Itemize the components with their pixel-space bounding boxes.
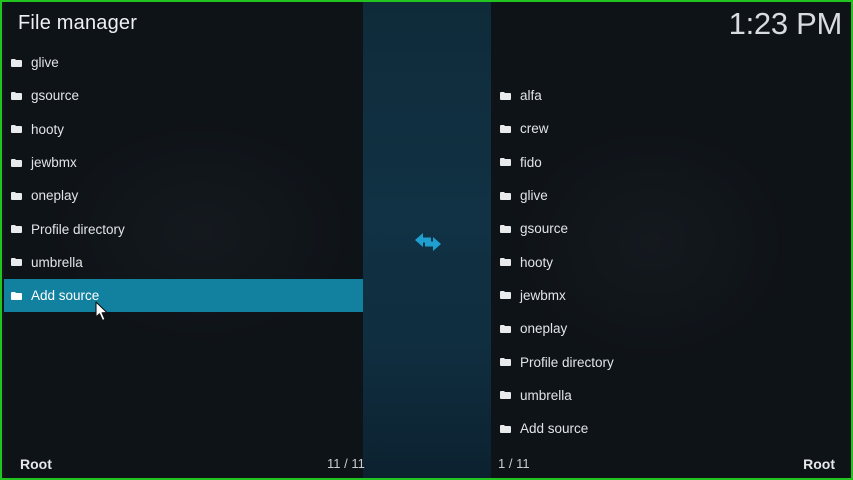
list-item-label: Profile directory [31,221,125,237]
folder-icon [11,158,22,167]
folder-icon [500,391,511,400]
list-item-label: hooty [31,121,65,137]
folder-icon [500,258,511,267]
swap-arrows-icon[interactable] [412,230,444,254]
folder-icon [500,191,511,200]
folder-icon [11,191,22,200]
list-item-label: crew [520,121,549,137]
right-source-list: alfa crew fido glive gsource hooty jewbm… [493,79,851,445]
list-item[interactable]: jewbmx [4,146,363,179]
add-source-item-selected[interactable]: Add source [4,279,363,313]
list-item-label: glive [520,188,548,204]
list-item[interactable]: fido [493,146,851,179]
folder-icon [500,158,511,167]
folder-icon [11,225,22,234]
list-item-label: oneplay [31,188,79,204]
list-item-label: jewbmx [31,155,77,171]
folder-icon [500,91,511,100]
folder-icon [11,58,22,67]
list-item-label: oneplay [520,321,568,337]
list-item[interactable]: jewbmx [493,279,851,312]
list-item-label: fido [520,154,542,170]
list-item[interactable]: umbrella [493,379,851,412]
list-item[interactable]: alfa [493,79,851,112]
list-item-label: gsource [31,88,80,104]
page-title: File manager [18,12,138,34]
folder-icon [11,291,22,300]
mouse-cursor-icon [95,301,109,323]
list-item-label: Add source [520,421,589,437]
left-source-list: glive gsource hooty jewbmx oneplay Profi… [4,46,363,313]
left-footer-path: Root [20,456,52,472]
list-item[interactable]: gsource [4,79,363,112]
list-item[interactable]: hooty [493,245,851,278]
folder-icon [500,224,511,233]
list-item-label: glive [31,55,59,71]
left-item-count: 11 / 11 [327,456,365,471]
list-item[interactable]: umbrella [4,246,363,279]
file-manager-window: File manager 1:23 PM glive gsource hooty… [0,0,853,480]
folder-icon [11,258,22,267]
list-item[interactable]: Profile directory [493,345,851,378]
list-item-label: Add source [31,288,100,304]
folder-icon [500,291,511,300]
list-item[interactable]: oneplay [4,179,363,212]
clock: 1:23 PM [728,6,843,41]
folder-icon [500,324,511,333]
list-item-label: jewbmx [520,287,566,303]
list-item[interactable]: Profile directory [4,212,363,245]
right-footer-path: Root [803,456,835,472]
list-item[interactable]: hooty [4,113,363,146]
list-item[interactable]: glive [493,179,851,212]
list-item-label: hooty [520,254,554,270]
list-item-label: gsource [520,221,569,237]
list-item-label: alfa [520,88,542,104]
folder-icon [11,91,22,100]
list-item-label: Profile directory [520,354,614,370]
list-item[interactable]: Add source [493,412,851,445]
folder-icon [500,124,511,133]
list-item[interactable]: oneplay [493,312,851,345]
list-item[interactable]: crew [493,112,851,145]
list-item-label: umbrella [520,387,572,403]
right-item-count: 1 / 11 [498,456,530,471]
folder-icon [11,125,22,134]
list-item[interactable]: gsource [493,212,851,245]
list-item-label: umbrella [31,254,83,270]
list-item[interactable]: glive [4,46,363,79]
folder-icon [500,358,511,367]
folder-icon [500,424,511,433]
